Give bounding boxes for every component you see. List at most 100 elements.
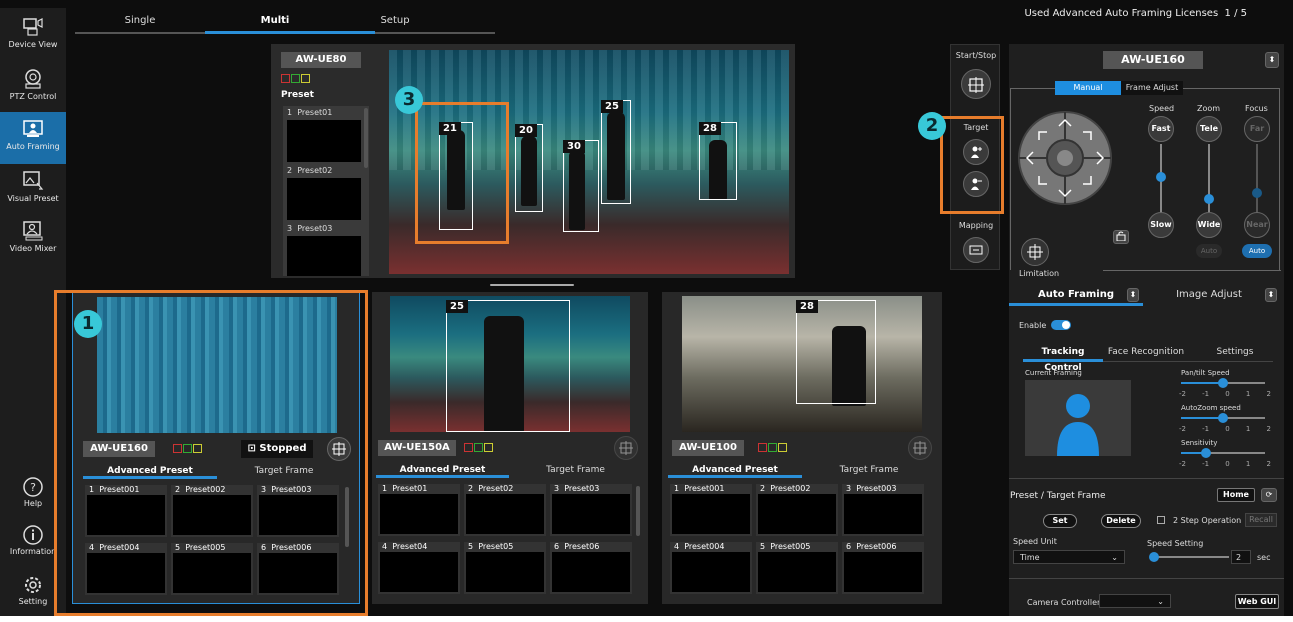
tab-target-frame[interactable]: Target Frame [802,462,936,478]
web-gui-button[interactable]: Web GUI [1235,594,1279,609]
divider [1009,578,1284,579]
tab-tracking-control[interactable]: Tracking Control [1023,344,1103,373]
resize-handle[interactable] [490,284,574,286]
sidebar-item-device-view[interactable]: Device View [0,10,66,62]
camera-controller-label: Camera Controller [1027,598,1101,607]
pan-tilt-speed-knob[interactable] [1218,378,1228,388]
tab-image-adjust[interactable]: Image Adjust [1149,286,1269,306]
preset-item[interactable]: 1 Preset01 [285,108,363,164]
sidebar-item-label: Video Mixer [9,244,57,253]
preset-cell[interactable]: 5 Preset05 [464,542,546,594]
main-camera-name: AW-UE80 [281,52,361,68]
main-camera-panel: AW-UE80 Preset 1 Preset01 2 Preset02 3 P… [271,44,795,278]
tab-frame-adjust[interactable]: Frame Adjust [1121,81,1183,95]
detection-box[interactable]: 28 [699,122,737,200]
tab-single[interactable]: Single [105,8,175,34]
focus-auto-button[interactable]: Auto [1242,244,1272,258]
tab-target-frame[interactable]: Target Frame [509,462,642,478]
preset-cell[interactable]: 6 Preset006 [842,542,924,594]
speed-slow-button[interactable]: Slow [1148,212,1174,238]
focus-near-button[interactable]: Near [1244,212,1270,238]
set-button[interactable]: Set [1043,514,1077,528]
speed-setting-knob[interactable] [1149,552,1159,562]
preset-cell[interactable]: 3 Preset003 [842,484,924,536]
camera-name: AW-UE100 [672,440,744,456]
refresh-button[interactable]: ⟳ [1261,488,1277,502]
enable-toggle[interactable] [1051,320,1071,330]
tab-settings[interactable]: Settings [1209,344,1261,362]
grid-scrollbar[interactable] [636,486,640,536]
camera-select-dropdown[interactable]: ⬍ [1265,52,1279,68]
speed-value-field[interactable]: 2 [1231,550,1251,564]
detection-box[interactable]: 25 [601,100,631,204]
tab-auto-framing[interactable]: Auto Framing [1009,286,1143,306]
tab-setup[interactable]: Setup [360,8,430,34]
sidebar-item-ptz-control[interactable]: PTZ Control [0,62,66,114]
sub-tabs: Tracking Control Face Recognition Settin… [1023,344,1273,373]
detection-box[interactable]: 25 [446,300,570,432]
camera-tile-3[interactable]: 28 AW-UE100 Advanced Preset Target Frame… [662,292,942,604]
focus-slider-knob[interactable] [1252,188,1262,198]
lock-button[interactable] [1113,230,1129,244]
camera-controller-select[interactable]: ⌄ [1099,594,1171,608]
preset-scrollbar[interactable] [364,108,368,168]
sidebar-item-video-mixer[interactable]: Video Mixer [0,214,66,266]
tab-manual[interactable]: Manual [1055,81,1121,95]
tile-start-stop-button[interactable] [908,436,932,460]
sidebar-item-auto-framing[interactable]: Auto Framing [0,112,66,164]
preset-cell[interactable]: 5 Preset005 [756,542,838,594]
preset-item[interactable]: 3 Preset03 [285,224,363,276]
preset-thumbnail [380,552,458,592]
tab-multi[interactable]: Multi [240,8,310,34]
tab-advanced-preset[interactable]: Advanced Preset [668,462,802,478]
detection-box[interactable]: 30 [563,140,599,232]
zoom-wide-button[interactable]: Wide [1196,212,1222,238]
detection-box[interactable]: 28 [796,300,876,404]
delete-button[interactable]: Delete [1101,514,1141,528]
home-button[interactable]: Home [1217,488,1255,502]
speed-slider-knob[interactable] [1156,172,1166,182]
preset-cell[interactable]: 1 Preset001 [670,484,752,536]
sidebar-item-visual-preset[interactable]: Visual Preset [0,164,66,216]
auto-framing-dropdown[interactable]: ⬍ [1127,288,1139,302]
focus-far-button[interactable]: Far [1244,116,1270,142]
speed-fast-button[interactable]: Fast [1148,116,1174,142]
speed-unit-select[interactable]: Time ⌄ [1013,550,1125,564]
two-step-checkbox[interactable] [1157,516,1165,524]
preset-cell[interactable]: 4 Preset004 [670,542,752,594]
preset-label: 4 Preset04 [382,542,428,551]
autozoom-speed-knob[interactable] [1218,413,1228,423]
zoom-tele-button[interactable]: Tele [1196,116,1222,142]
preset-label: 5 Preset005 [760,542,811,551]
preset-thumbnail [672,494,750,534]
callout-2: 2 [918,112,946,140]
preset-item[interactable]: 2 Preset02 [285,166,363,222]
preset-cell[interactable]: 2 Preset002 [756,484,838,536]
tab-face-recognition[interactable]: Face Recognition [1107,344,1185,362]
preset-cell[interactable]: 1 Preset01 [378,484,460,536]
recall-button[interactable]: Recall [1245,513,1277,527]
camera-tile-2[interactable]: 25 AW-UE150A Advanced Preset Target Fram… [372,292,648,604]
preset-thumbnail [466,494,544,534]
preset-cell[interactable]: 2 Preset02 [464,484,546,536]
preset-cell[interactable]: 3 Preset03 [550,484,632,536]
zoom-auto-button[interactable]: Auto [1196,244,1222,258]
status-indicators [758,443,788,453]
detection-id: 28 [796,300,818,313]
limitation-button[interactable] [1021,238,1049,266]
ptz-direction-pad[interactable] [1017,110,1113,206]
mapping-button[interactable] [963,237,989,263]
detection-box[interactable]: 20 [515,124,543,212]
main-video-feed[interactable]: 21 20 30 25 28 3 [389,50,789,274]
tile-start-stop-button[interactable] [614,436,638,460]
preset-cell[interactable]: 4 Preset04 [378,542,460,594]
preset-label: 4 Preset004 [674,542,725,551]
zoom-slider-knob[interactable] [1204,194,1214,204]
tab-advanced-preset[interactable]: Advanced Preset [376,462,509,478]
preset-cell[interactable]: 6 Preset06 [550,542,632,594]
preset-label: 5 Preset05 [468,542,514,551]
image-adjust-dropdown[interactable]: ⬍ [1265,288,1277,302]
sensitivity-knob[interactable] [1201,448,1212,458]
mapping-label: Mapping [958,221,994,230]
start-stop-button[interactable] [961,69,991,99]
